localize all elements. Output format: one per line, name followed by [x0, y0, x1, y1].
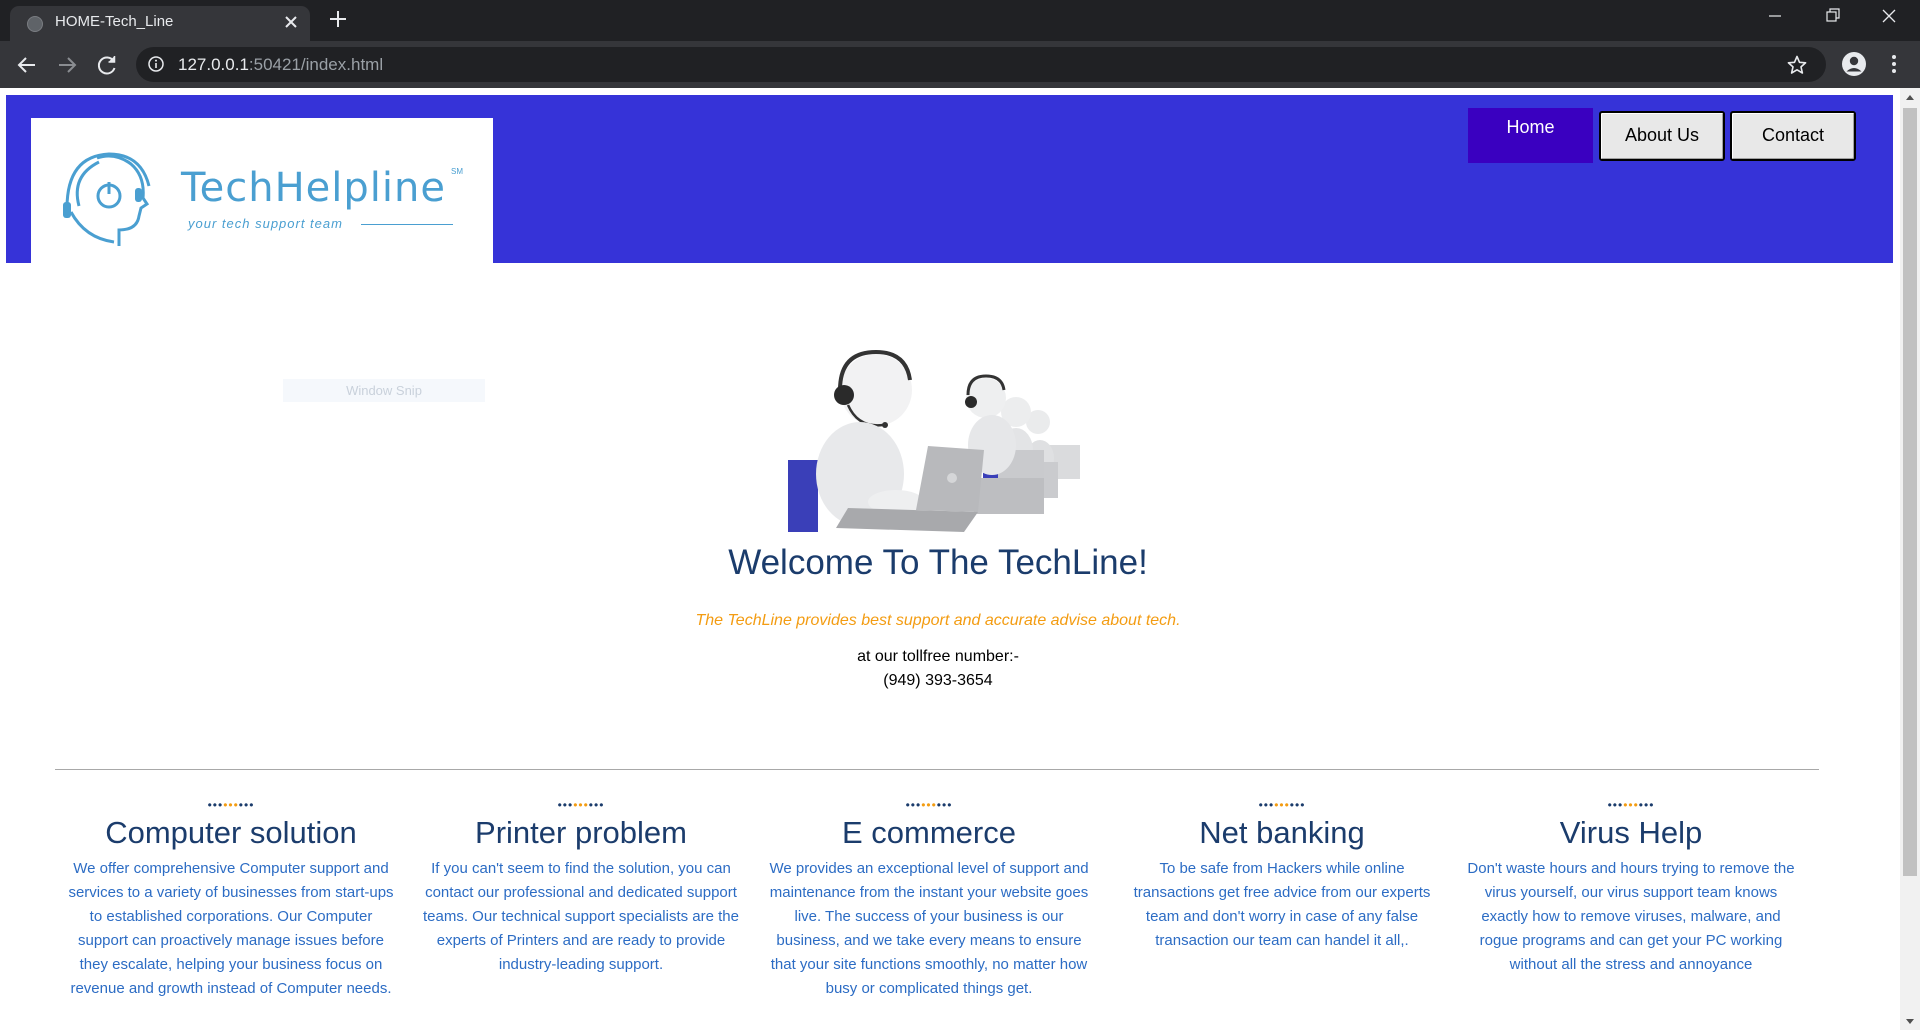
service-title: E commerce — [842, 815, 1016, 850]
site-header: TechHelpline SM your tech support team H… — [6, 95, 1893, 263]
decorative-dots: ••••••••• — [207, 798, 255, 812]
close-window-icon[interactable] — [1866, 0, 1912, 36]
decorative-dots: ••••••••• — [1607, 798, 1655, 812]
support-team-illustration — [788, 350, 1080, 532]
service-card-net-banking: ••••••••• Net banking To be safe from Ha… — [1117, 798, 1447, 953]
back-icon[interactable] — [13, 51, 41, 79]
nav-about-button[interactable]: About Us — [1599, 111, 1725, 161]
browser-menu-icon[interactable] — [1886, 50, 1902, 78]
address-bar[interactable]: 127.0.0.1:50421/index.html — [136, 47, 1826, 82]
service-description: We provides an exceptional level of supp… — [769, 860, 1089, 997]
service-title: Printer problem — [475, 815, 687, 850]
nav-home-link[interactable]: Home — [1468, 108, 1593, 163]
reload-icon[interactable] — [93, 51, 121, 79]
service-title: Net banking — [1199, 815, 1365, 850]
service-title: Virus Help — [1559, 815, 1703, 850]
service-card-computer: ••••••••• Computer solution We offer com… — [66, 798, 396, 1001]
service-card-virus-help: ••••••••• Virus Help Don't waste hours a… — [1466, 798, 1796, 977]
service-description: We offer comprehensive Computer support … — [68, 860, 394, 997]
url-path: :50421/index.html — [248, 55, 384, 74]
browser-tab-bar: HOME-Tech_Line — [0, 0, 1920, 41]
decorative-dots: ••••••••• — [1258, 798, 1306, 812]
minimize-window-icon[interactable] — [1752, 0, 1798, 36]
scrollbar-thumb[interactable] — [1903, 108, 1917, 876]
welcome-heading: Welcome To The TechLine! — [728, 543, 1148, 582]
decorative-dots: ••••••••• — [905, 798, 953, 812]
logo[interactable]: TechHelpline SM your tech support team — [31, 118, 493, 263]
logo-underline — [361, 224, 453, 225]
service-card-ecommerce: ••••••••• E commerce We provides an exce… — [764, 798, 1094, 1001]
scroll-down-arrow-icon[interactable] — [1906, 1019, 1914, 1024]
hero-tagline: The TechLine provides best support and a… — [695, 612, 1181, 629]
restore-window-icon[interactable] — [1810, 0, 1856, 36]
scroll-up-arrow-icon[interactable] — [1906, 95, 1914, 100]
decorative-dots: ••••••••• — [557, 798, 605, 812]
service-description: If you can't seem to find the solution, … — [423, 860, 739, 973]
logo-name: TechHelpline — [181, 165, 446, 211]
nav-contact-button[interactable]: Contact — [1730, 111, 1856, 161]
globe-icon — [27, 16, 43, 32]
service-description: To be safe from Hackers while online tra… — [1133, 860, 1431, 949]
logo-tagline: your tech support team — [188, 216, 343, 231]
new-tab-icon[interactable] — [325, 6, 351, 32]
vertical-scrollbar[interactable] — [1900, 88, 1920, 1030]
page-viewport: TechHelpline SM your tech support team H… — [0, 88, 1900, 1030]
browser-toolbar: 127.0.0.1:50421/index.html — [0, 41, 1920, 88]
forward-icon[interactable] — [53, 51, 81, 79]
close-tab-icon[interactable] — [280, 11, 302, 33]
url-host: 127.0.0.1 — [178, 55, 249, 74]
headset-head-icon — [63, 152, 151, 246]
url-text: 127.0.0.1:50421/index.html — [178, 55, 383, 75]
tollfree-label: at our tollfree number:- — [857, 648, 1019, 665]
section-divider — [55, 769, 1819, 770]
service-title: Computer solution — [105, 815, 357, 850]
profile-avatar-icon[interactable] — [1840, 50, 1868, 78]
window-snip-overlay: Window Snip — [283, 379, 485, 402]
info-icon[interactable] — [148, 56, 164, 72]
logo-service-mark: SM — [451, 167, 463, 176]
tollfree-number: (949) 393-3654 — [883, 672, 993, 689]
browser-tab[interactable]: HOME-Tech_Line — [10, 6, 310, 41]
tab-title: HOME-Tech_Line — [55, 13, 174, 30]
service-card-printer: ••••••••• Printer problem If you can't s… — [416, 798, 746, 977]
bookmark-star-icon[interactable] — [1786, 54, 1808, 76]
service-description: Don't waste hours and hours trying to re… — [1467, 860, 1795, 973]
